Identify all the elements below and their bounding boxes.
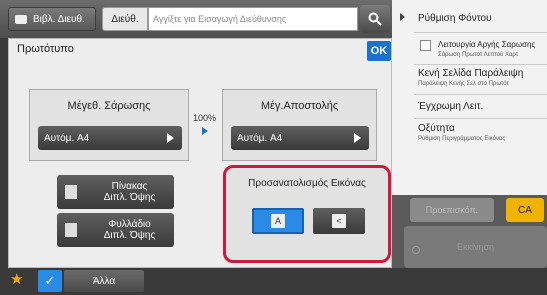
orientation-rotated-icon: < [332,214,346,228]
address-book-label: Βιβλ. Διευθ. [33,13,85,25]
ratio-label: 100% [193,113,217,123]
preview-button[interactable]: Προεπισκόπ. [410,198,494,222]
divider [414,94,547,95]
other-button[interactable]: Άλλα [64,270,144,292]
orientation-rotated-button[interactable]: < [313,208,365,234]
image-orientation-panel: Προσανατολισμός Εικόνας A < [223,165,391,263]
dialog-title: Πρωτότυπο [17,43,74,55]
address-input[interactable]: Αγγίξτε για Εισαγωγή Διεύθυνσης [148,7,358,31]
arrow-right-icon [202,127,208,135]
scan-size-select[interactable]: Αυτόμ. A4 [38,126,182,150]
booklet-icon [65,223,77,237]
search-button[interactable] [360,5,390,33]
book-duplex-label: Πίνακας Διπλ. Όψης [85,181,174,203]
book-duplex-line2: Διπλ. Όψης [103,192,156,203]
divider [414,118,547,119]
image-orientation-title: Προσανατολισμός Εικόνας [248,178,366,189]
address-tab[interactable]: Διεύθ. [102,7,148,31]
booklet-duplex-label: Φυλλάδιο Διπλ. Όψης [85,219,174,241]
booklet-duplex-button[interactable]: Φυλλάδιο Διπλ. Όψης [57,213,174,247]
send-size-value: Αυτόμ. A4 [237,132,283,144]
book-duplex-line1: Πίνακας [111,181,148,192]
scan-size-title: Μέγεθ. Σάρωσης [67,100,151,112]
star-icon[interactable]: ★ [10,270,23,288]
send-size-title: Μέγ.Αποστολής [260,100,339,112]
booklet-duplex-line2: Διπλ. Όψης [103,230,156,241]
slow-scan-checkbox[interactable] [420,40,431,51]
menu-slow-scan-sub: Σάρωση Πρωτοτ Λεπτού Χαρτ [438,52,519,58]
menu-blank-page-skip-sub: Παράλειψη Κενής Σελ στο Πρωτότ [418,81,509,87]
start-icon [412,246,420,254]
left-strip [0,38,8,268]
scan-size-value: Αυτόμ. A4 [44,132,90,144]
scan-size-panel: Μέγεθ. Σάρωσης Αυτόμ. A4 [29,89,189,161]
menu-blank-page-skip[interactable]: Κενή Σελίδα Παράλειψη [418,68,523,79]
orientation-upright-icon: A [271,214,285,228]
start-button[interactable]: Εκκίνηση [404,226,547,268]
bottom-bar: ★ ✓ Άλλα [0,268,547,295]
expand-arrow-icon[interactable] [400,13,405,21]
divider [414,32,547,33]
address-book-tab[interactable]: Βιβλ. Διευθ. [8,7,96,31]
search-icon [368,12,382,26]
original-settings-dialog: Πρωτότυπο OK Μέγεθ. Σάρωσης Αυτόμ. A4 10… [8,38,392,268]
menu-background-adjust[interactable]: Ρύθμιση Φόντου [418,13,492,24]
arrow-right-icon [167,133,174,143]
book-icon [65,185,77,199]
booklet-duplex-line1: Φυλλάδιο [108,219,151,230]
send-size-select[interactable]: Αυτόμ. A4 [231,126,369,150]
menu-color-mode[interactable]: Έγχρωμη Λειτ. [418,101,483,112]
orientation-upright-button[interactable]: A [252,208,304,234]
arrow-right-icon [354,133,361,143]
send-size-panel: Μέγ.Αποστολής Αυτόμ. A4 [222,89,377,161]
address-book-icon [15,14,27,24]
menu-slow-scan[interactable]: Λειτουργία Αργής Σαρωσης [438,40,535,49]
right-settings-panel [392,0,547,195]
book-duplex-button[interactable]: Πίνακας Διπλ. Όψης [57,175,174,209]
menu-sharpness-sub: Ρύθμιση Περιγράμματος Εικόνας [418,136,506,142]
menu-sharpness[interactable]: Οξύτητα [418,123,455,134]
ok-button[interactable]: OK [367,41,391,61]
divider [414,64,547,65]
check-icon[interactable]: ✓ [38,270,62,292]
clear-all-button[interactable]: CA [506,198,544,222]
